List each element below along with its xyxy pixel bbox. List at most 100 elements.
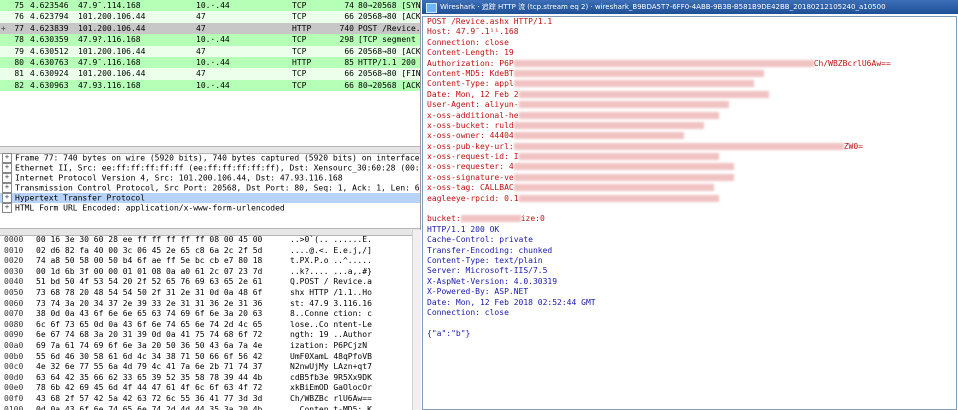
packet-info: 80→20568 [SYN	[358, 1, 420, 10]
hex-bytes: 74 a8 50 58 00 50 b4 6f ae ff 5e bc cb e…	[36, 256, 263, 266]
packet-source: 47.93.116.168	[78, 80, 141, 90]
expand-toggle-icon[interactable]: +	[2, 183, 12, 193]
packet-row[interactable]: +77 4.623839 101.200.106.44 47 HTTP 740 POST /…	[0, 22, 420, 35]
hex-row[interactable]: 0060 73 74 3a 20 34 37 2e 39 33 2e 31 31 …	[0, 299, 420, 310]
expand-toggle-icon[interactable]: +	[2, 193, 12, 203]
packet-info: 20568→80 [ACK	[358, 46, 420, 56]
packet-length: 74	[344, 1, 354, 10]
packet-info: 20568→80 [FIN	[358, 69, 420, 79]
expand-toggle-icon[interactable]: +	[2, 153, 12, 163]
packet-list[interactable]: 75 4.623546 47.9¯.114.168 10.·.44 TCP 74 80→20…	[0, 0, 420, 92]
packet-row[interactable]: 79 4.630512 101.200.106.44 47 TCP 66 20568→80 …	[0, 45, 420, 57]
hex-row[interactable]: 0080 6c 6f 73 65 0d 0a 43 6f 6e 74 65 6e …	[0, 320, 420, 331]
packet-length: 66	[344, 46, 354, 56]
stream-content[interactable]: POST /Revice.ashx HTTP/1.1 Host: 47.9¯.1¹…	[422, 16, 957, 410]
response-line: Server: Microsoft-IIS/7.5	[423, 266, 956, 276]
tree-row[interactable]: + Frame 77: 740 bytes on wire (5920 bits)…	[0, 153, 420, 163]
hex-row[interactable]: 0050 73 68 78 20 48 54 54 50 2f 31 2e 31 …	[0, 288, 420, 299]
request-line-text: eagleeye-rpcid: 0.1	[427, 193, 519, 203]
packet-destination: 10.·.44	[196, 80, 230, 90]
request-line: Content-MD5: KdeBT	[423, 69, 956, 79]
hex-offset: 0010	[4, 245, 24, 255]
hex-row[interactable]: 00c0 4e 32 6e 77 55 6a 4d 79 4c 41 7a 6e …	[0, 362, 420, 373]
request-line-tail: Ch/WBZBcrlU6Aw==	[813, 58, 891, 68]
packet-time: 4.623839	[30, 23, 69, 33]
expand-toggle-icon[interactable]: +	[2, 163, 12, 173]
packet-destination: 47	[196, 23, 206, 33]
response-line: X-AspNet-Version: 4.0.30319	[423, 277, 956, 287]
request-line: x-oss-signature-ve	[423, 173, 956, 183]
hex-offset: 0040	[4, 277, 24, 287]
packet-details-tree[interactable]: + Frame 77: 740 bytes on wire (5920 bits)…	[0, 153, 420, 228]
response-line-text: Transfer-Encoding: chunked	[427, 245, 553, 255]
request-line: x-oss-owner: 44404	[423, 131, 956, 141]
packet-time: 4.630763	[30, 57, 69, 67]
packet-source: 101.200.106.44	[78, 23, 146, 33]
hex-row[interactable]: 00e0 78 6b 42 69 45 6d 4f 44 47 61 4f 6c …	[0, 383, 420, 394]
tree-row[interactable]: + Ethernet II, Src: ee:ff:ff:ff:ff:ff (ee…	[0, 163, 420, 173]
packet-number: 78	[14, 35, 24, 45]
window-titlebar[interactable]: Wireshark · 追踪 HTTP 流 (tcp.stream eq 2) …	[422, 0, 958, 14]
expand-toggle-icon[interactable]: +	[2, 203, 12, 213]
packet-time: 4.630963	[30, 80, 69, 90]
hex-row[interactable]: 0010 02 d6 82 fa 40 00 3c 06 45 2e 65 c8 …	[0, 246, 420, 257]
hex-offset: 00d0	[4, 372, 24, 382]
request-line: Host: 47.9¯.1¹¹.168	[423, 27, 956, 37]
hex-offset: 0050	[4, 287, 24, 297]
bytes-scrollbar[interactable]	[412, 230, 421, 410]
packet-number: 76	[14, 12, 24, 22]
packet-row[interactable]: 78 4.630359 47.9?.116.168 10.·.44 TCP 298 [TCP…	[0, 34, 420, 46]
redacted-block	[518, 101, 729, 109]
response-line-text: Cache-Control: private	[427, 235, 533, 245]
hex-offset: 0080	[4, 319, 24, 329]
hex-row[interactable]: 0000 00 16 3e 30 60 28 ee ff ff ff ff ff …	[0, 235, 420, 246]
packet-number: 77	[14, 23, 24, 33]
hex-row[interactable]: 0070 38 0d 0a 43 6f 6e 6e 65 63 74 69 6f …	[0, 309, 420, 320]
hex-bytes: 69 7a 61 74 69 6f 6e 3a 20 50 36 50 43 6…	[36, 340, 263, 350]
tree-row[interactable]: + HTML Form URL Encoded: application/x-ww…	[0, 203, 420, 213]
response-line: {"a":"b"}	[423, 329, 956, 339]
packet-row[interactable]: 82 4.630963 47.93.116.168 10.·.44 TCP 66 80→20…	[0, 79, 420, 92]
hex-ascii: ..>0`(.. ......E.	[290, 235, 372, 244]
expand-toggle-icon[interactable]: +	[2, 173, 12, 183]
hex-row[interactable]: 0090 6e 67 74 68 3a 20 31 39 0d 0a 41 75 …	[0, 330, 420, 341]
hex-row[interactable]: 00b0 55 6d 46 30 58 61 6d 4c 34 38 71 50 …	[0, 352, 420, 363]
packet-row[interactable]: 80 4.630763 47.9¯.116.168 10.·.44 HTTP 85 HTTP…	[0, 56, 420, 69]
response-line: Transfer-Encoding: chunked	[423, 246, 956, 256]
request-line-text: Content-MD5: KdeBT	[427, 68, 514, 78]
hex-row[interactable]: 00a0 69 7a 61 74 69 6f 6e 3a 20 50 36 50 …	[0, 341, 420, 352]
hex-ascii: lose..Co ntent-Le	[290, 319, 372, 329]
response-line: HTTP/1.1 200 OK	[423, 225, 956, 235]
tree-row-text: Internet Protocol Version 4, Src: 101.20…	[15, 173, 343, 183]
tree-row[interactable]: + Internet Protocol Version 4, Src: 101.2…	[0, 173, 420, 183]
hex-row[interactable]: 0030 00 1d 6b 3f 00 00 01 01 08 0a a0 61 …	[0, 267, 420, 278]
response-line-text: Server: Microsoft-IIS/7.5	[427, 266, 548, 276]
request-line: Connection: close	[423, 38, 956, 48]
redacted-block	[518, 194, 719, 202]
packet-bytes-pane[interactable]: 0000 00 16 3e 30 60 28 ee ff ff ff ff ff …	[0, 235, 420, 410]
request-line: x-oss-bucket: ruld	[423, 121, 956, 131]
hex-ascii: t.PX.P.o ..^.....	[290, 256, 372, 266]
packet-destination: 47	[196, 69, 206, 79]
packet-protocol: TCP	[292, 35, 307, 45]
redacted-block	[513, 142, 844, 150]
hex-bytes: 63 64 42 35 66 62 33 65 39 52 35 58 78 3…	[36, 372, 263, 382]
request-line-text: Date: Mon, 12 Feb 2	[427, 89, 519, 99]
hex-row[interactable]: 0020 74 a8 50 58 00 50 b4 6f ae ff 5e bc …	[0, 256, 420, 267]
hex-row[interactable]: 00d0 63 64 42 35 66 62 33 65 39 52 35 58 …	[0, 373, 420, 384]
packet-row[interactable]: 81 4.630924 101.200.106.44 47 TCP 66 20568→80 …	[0, 68, 420, 80]
request-line: User-Agent: aliyun-	[423, 100, 956, 110]
hex-row[interactable]: 0040 51 bd 50 4f 53 54 20 2f 52 65 76 69 …	[0, 277, 420, 288]
request-line-text: x-oss-tag: CALLBAC	[427, 183, 514, 193]
hex-bytes: 00 1d 6b 3f 00 00 01 01 08 0a a0 61 2c 0…	[36, 266, 263, 276]
packet-row[interactable]: 75 4.623546 47.9¯.114.168 10.·.44 TCP 74 80→20…	[0, 0, 420, 12]
packet-info: HTTP/1.1 200 O	[358, 57, 420, 67]
packet-row[interactable]: 76 4.623794 101.200.106.44 47 TCP 66 20568→80 …	[0, 11, 420, 23]
packet-protocol: HTTP	[292, 57, 312, 67]
request-line-text: x-oss-pub-key-url:	[427, 141, 514, 151]
packet-number: 82	[14, 80, 24, 90]
tree-row[interactable]: + Transmission Control Protocol, Src Port…	[0, 183, 420, 193]
tree-row[interactable]: + Hypertext Transfer Protocol	[0, 193, 420, 203]
hex-row[interactable]: 0100 0d 0a 43 6f 6e 74 65 6e 74 2d 4d 44 …	[0, 405, 420, 410]
hex-row[interactable]: 00f0 43 68 2f 57 42 5a 42 63 72 6c 55 36 …	[0, 394, 420, 405]
